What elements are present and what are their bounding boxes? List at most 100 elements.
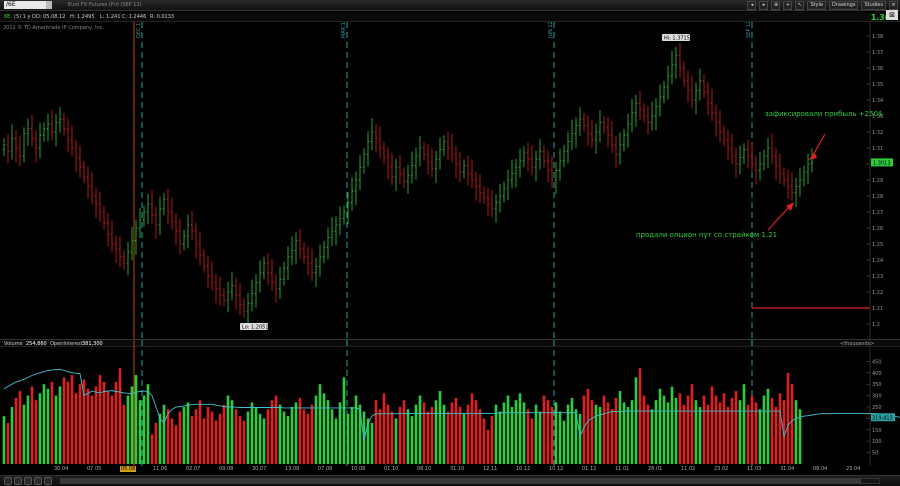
volume-bar <box>766 388 770 464</box>
settings-icon[interactable]: ≡ <box>889 1 898 10</box>
volume-bar <box>14 397 18 464</box>
volume-tick-label: 100 <box>872 439 882 445</box>
profit-arrow <box>811 133 826 158</box>
volume-bar <box>526 409 530 464</box>
volume-bar <box>262 418 266 464</box>
price-tick-label: 1.37 <box>872 50 883 56</box>
volume-tick-label: 450 <box>872 359 882 365</box>
volume-bar <box>322 393 326 464</box>
volume-bar <box>254 407 258 464</box>
volume-bar <box>410 416 414 464</box>
volume-bar <box>530 418 534 464</box>
period-label: SEP 12 <box>746 22 752 38</box>
info-low: L: 1.241 <box>100 14 121 20</box>
volume-bar <box>218 413 222 464</box>
sold-put-arrow <box>767 205 791 231</box>
volume-bar <box>202 418 206 464</box>
price-tick-label: 1.27 <box>872 210 883 216</box>
volume-bar <box>602 395 606 464</box>
zoom-in-icon[interactable] <box>14 477 22 485</box>
volume-bar <box>126 395 130 464</box>
zoom-fit-icon[interactable] <box>24 477 32 485</box>
sold-put-annotation: продали опцион пут со страйком 1.21 <box>636 231 778 239</box>
volume-bar <box>190 416 194 464</box>
volume-bar <box>482 418 486 464</box>
volume-bar <box>506 395 510 464</box>
time-label: 01.10 <box>384 466 399 472</box>
bottom-scroll-bar <box>0 475 900 486</box>
volume-bar <box>294 402 298 464</box>
drag-icon[interactable] <box>34 477 42 485</box>
studies-button[interactable]: Studies <box>861 1 886 10</box>
price-tick-label: 1.34 <box>872 98 883 104</box>
volume-tick-label: 350 <box>872 382 882 388</box>
volume-bar <box>66 381 70 464</box>
instrument-description: Euro FX Futures (Fri) (SEP 12) <box>68 2 142 8</box>
volume-bar <box>662 395 666 464</box>
time-scrollbar[interactable] <box>60 478 880 484</box>
time-label: 23.02 <box>714 466 729 472</box>
price-tick-label: 1.21 <box>872 306 883 312</box>
symbol-input[interactable]: /6E <box>4 1 48 9</box>
time-label: 11.03 <box>747 466 762 472</box>
time-label: 23.04 <box>846 466 861 472</box>
volume-bar <box>230 400 234 464</box>
volume-bar <box>146 384 150 464</box>
expand-icon[interactable] <box>44 477 52 485</box>
top-toolbar: /6E Euro FX Futures (Fri) (SEP 12) ◂ ▸ ⊕… <box>0 0 900 11</box>
volume-bar <box>106 391 110 464</box>
volume-bar <box>578 413 582 464</box>
volume-bar <box>750 395 754 464</box>
volume-bar <box>370 422 374 464</box>
style-button[interactable]: Style <box>807 1 827 10</box>
price-chart[interactable]: 1.381.371.361.351.341.331.321.311.31.291… <box>0 22 900 339</box>
volume-bar <box>34 400 38 464</box>
volume-bar <box>658 388 662 464</box>
symbol-dropdown-icon[interactable] <box>46 1 52 9</box>
volume-bar <box>654 400 658 464</box>
volume-bar <box>282 411 286 464</box>
info-period[interactable]: (5) 1 y D <box>14 14 36 20</box>
zoom-out-icon[interactable] <box>4 477 12 485</box>
volume-bar <box>50 381 54 464</box>
time-label: 07.05 <box>87 466 102 472</box>
time-axis: 30.04 07.05 05.08 11.06 02.07 09.08 30.07 13.08… <box>0 466 900 474</box>
volume-bar <box>558 411 562 464</box>
volume-bar <box>314 395 318 464</box>
price-tick-label: 1.31 <box>872 146 883 152</box>
volume-bar <box>686 395 690 464</box>
minimize-icon[interactable]: ⊠ <box>886 10 898 20</box>
price-tick-label: 1.36 <box>872 66 883 72</box>
time-label: 13.08 <box>285 466 300 472</box>
volume-bar <box>354 395 358 464</box>
scrollbar-thumb[interactable] <box>61 479 861 483</box>
zoom-icon[interactable]: ⊕ <box>771 1 781 10</box>
volume-bar <box>426 411 430 464</box>
volume-bar <box>722 393 726 464</box>
volume-bar <box>486 429 490 464</box>
volume-bar <box>534 404 538 464</box>
forward-icon[interactable]: ▸ <box>759 1 769 10</box>
volume-chart[interactable]: 45040035030025020015010050319,413 <box>0 340 900 466</box>
volume-bar <box>154 422 158 464</box>
profit-arrowhead <box>808 153 817 160</box>
time-label: 12.11 <box>483 466 498 472</box>
volume-bar <box>570 397 574 464</box>
pointer-icon[interactable]: ↖ <box>795 1 805 10</box>
volume-bar <box>438 391 442 464</box>
volume-bar <box>642 395 646 464</box>
volume-bar <box>222 404 226 464</box>
volume-tick-label: 50 <box>872 451 878 457</box>
volume-bar <box>546 400 550 464</box>
drawings-button[interactable]: Drawings <box>829 1 859 10</box>
crosshair-icon[interactable]: + <box>783 1 793 10</box>
time-label: 09.08 <box>219 466 234 472</box>
profit-annotation: зафиксировали прибыль +250$ <box>765 110 883 118</box>
volume-bar <box>678 393 682 464</box>
volume-bar <box>130 386 134 464</box>
volume-bar <box>174 425 178 464</box>
volume-bar <box>2 416 6 464</box>
period-label: JUN 12 <box>548 22 554 39</box>
back-icon[interactable]: ◂ <box>747 1 757 10</box>
volume-bar <box>378 409 382 464</box>
